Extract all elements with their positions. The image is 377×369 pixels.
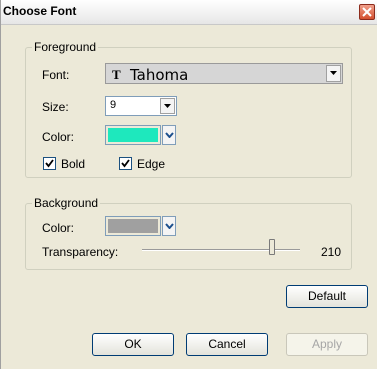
transparency-slider-track[interactable] (142, 249, 300, 251)
chevron-down-icon (165, 132, 174, 138)
background-color-label: Color: (42, 221, 75, 235)
font-value: Tahoma (130, 66, 189, 84)
bold-label: Bold (61, 157, 86, 171)
checkmark-icon (121, 159, 130, 168)
foreground-color-label: Color: (42, 130, 75, 144)
choose-font-dialog: Choose Font Foreground Font: T Tahoma Si… (0, 0, 377, 369)
apply-button[interactable]: Apply (286, 333, 368, 356)
font-select[interactable]: T Tahoma (105, 63, 343, 84)
cancel-button[interactable]: Cancel (186, 333, 268, 356)
transparency-value: 210 (321, 245, 342, 259)
ok-button[interactable]: OK (92, 333, 174, 356)
foreground-color-dropdown[interactable] (162, 125, 176, 145)
edge-checkbox[interactable] (119, 157, 132, 170)
foreground-legend: Foreground (34, 40, 97, 54)
transparency-slider-thumb[interactable] (269, 239, 276, 255)
chevron-down-icon (164, 104, 171, 108)
size-select[interactable]: 9 (105, 96, 177, 116)
background-color-dropdown[interactable] (162, 216, 176, 236)
chevron-down-icon (165, 223, 174, 229)
foreground-color-swatch[interactable] (105, 125, 161, 145)
close-button[interactable] (359, 4, 375, 20)
truetype-icon: T (112, 67, 121, 82)
size-dropdown-button[interactable] (160, 98, 175, 114)
font-label: Font: (42, 68, 70, 82)
size-label: Size: (42, 100, 69, 114)
title-bar[interactable]: Choose Font (1, 0, 377, 25)
window-title: Choose Font (3, 4, 77, 18)
bold-checkbox[interactable] (43, 157, 56, 170)
foreground-color-fill (108, 128, 158, 142)
chevron-down-icon (330, 71, 337, 75)
edge-label: Edge (137, 157, 166, 171)
font-dropdown-button[interactable] (326, 65, 341, 82)
transparency-label: Transparency: (42, 245, 119, 259)
close-icon (362, 7, 372, 17)
background-legend: Background (34, 196, 99, 210)
background-color-swatch[interactable] (105, 216, 161, 236)
checkmark-icon (45, 159, 54, 168)
default-button[interactable]: Default (286, 285, 368, 308)
background-color-fill (108, 219, 158, 233)
size-value: 9 (110, 99, 117, 111)
